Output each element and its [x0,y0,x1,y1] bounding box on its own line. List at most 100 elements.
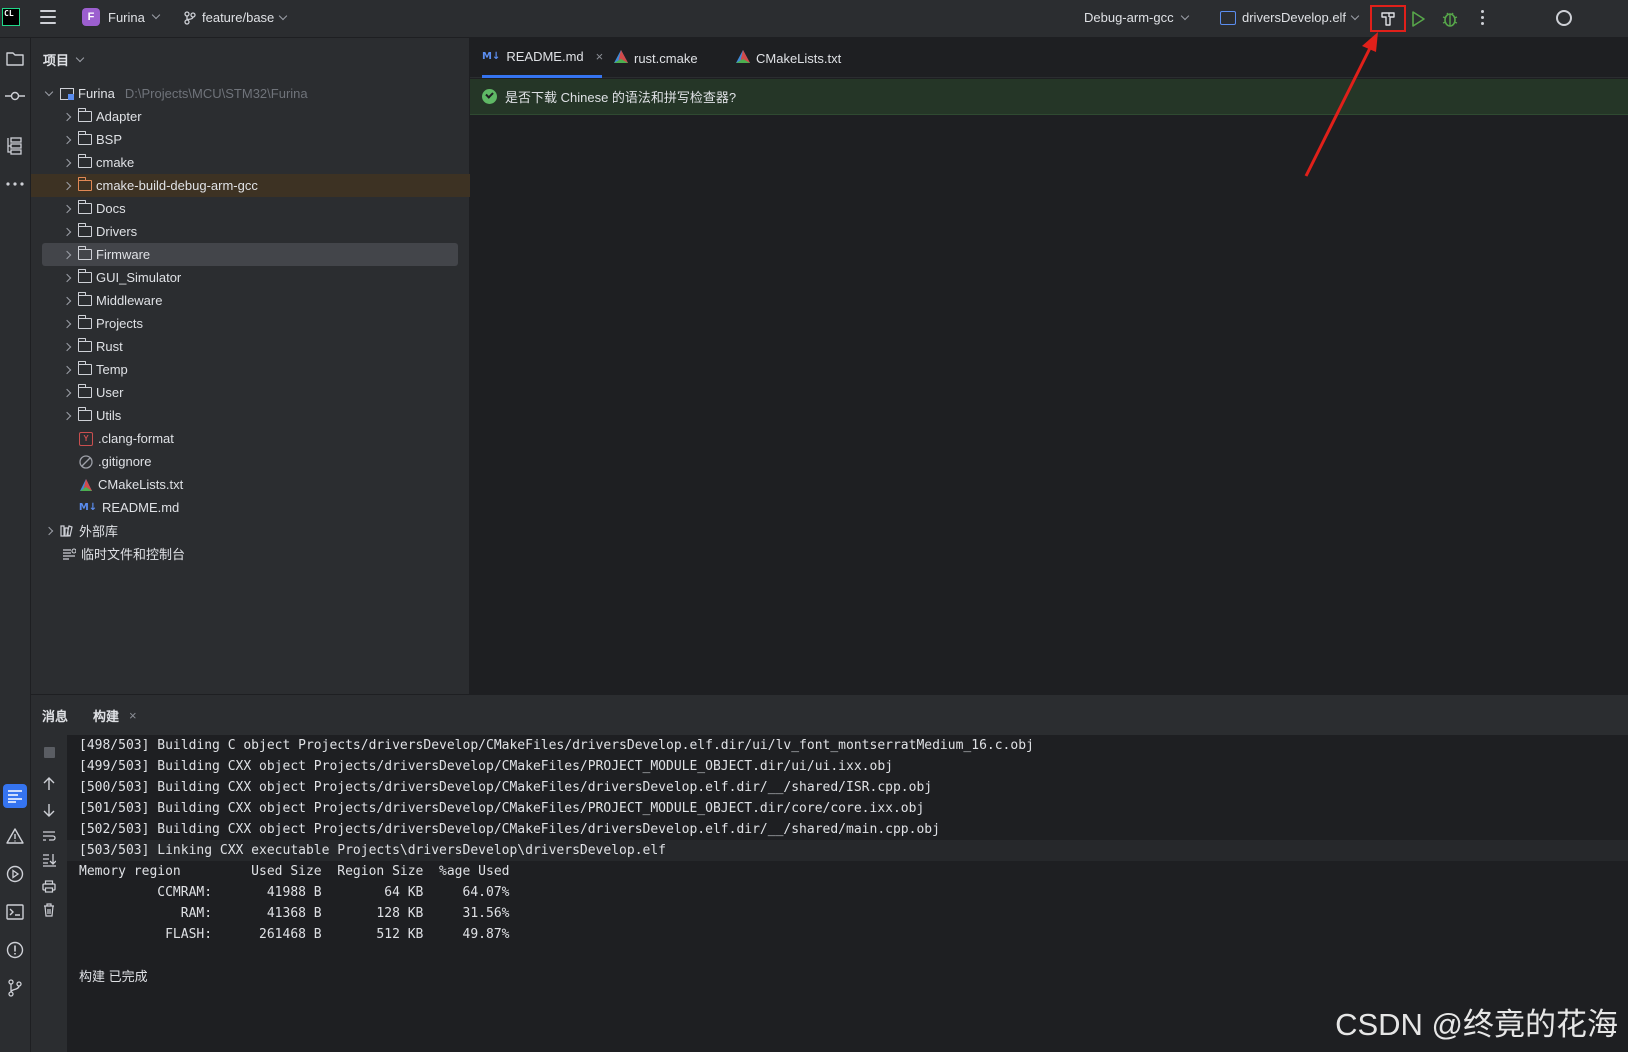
folder-icon [77,361,92,375]
close-icon[interactable]: × [596,49,604,64]
excluded-folder-icon [77,177,92,191]
chevron-right-icon[interactable] [62,319,72,329]
tree-external-libraries[interactable]: 外部库 [31,519,470,542]
external-libs-label: 外部库 [79,524,119,539]
build-button[interactable] [1370,5,1406,32]
cmake-profile-selector[interactable]: Debug-arm-gcc [1084,10,1189,25]
hammer-icon [1381,11,1395,26]
chevron-down-icon[interactable] [44,89,54,99]
tree-folder-bsp[interactable]: BSP [31,128,470,151]
notifications-tool-icon[interactable] [3,938,27,962]
vcs-branch-switcher[interactable]: feature/base [184,10,288,25]
console-line: [502/503] Building CXX object Projects/d… [79,822,940,837]
more-actions-icon[interactable] [1476,10,1488,28]
folder-icon [77,292,92,306]
tree-file-clang-format[interactable]: Y .clang-format [31,427,470,450]
main-menu-icon[interactable] [40,10,56,24]
soft-wrap-icon[interactable] [40,827,58,845]
tree-folder-adapter[interactable]: Adapter [31,105,470,128]
file-label: .gitignore [98,454,152,469]
tree-folder-projects[interactable]: Projects [31,312,470,335]
tree-folder-utils[interactable]: Utils [31,404,470,427]
tree-folder-drivers[interactable]: Drivers [31,220,470,243]
tree-folder-rust[interactable]: Rust [31,335,470,358]
console-line: CCMRAM: 41988 B 64 KB 64.07% [79,885,510,900]
terminal-tool-icon[interactable] [3,900,27,924]
chevron-right-icon[interactable] [62,135,72,145]
tree-folder-docs[interactable]: Docs [31,197,470,220]
tree-folder-cmake[interactable]: cmake [31,151,470,174]
tree-folder-temp[interactable]: Temp [31,358,470,381]
spellcheck-notification[interactable]: 是否下载 Chinese 的语法和拼写检查器? [470,79,1628,115]
yaml-icon: Y [79,431,93,446]
chevron-right-icon[interactable] [44,526,54,536]
folder-icon [77,154,92,168]
scroll-to-end-icon[interactable] [40,851,58,869]
console-line: FLASH: 261468 B 512 KB 49.87% [79,927,510,942]
chevron-right-icon[interactable] [62,273,72,283]
tree-scratches[interactable]: 临时文件和控制台 [31,542,470,565]
tab-rust-cmake[interactable]: rust.cmake [614,38,698,78]
arrow-down-icon[interactable] [40,801,58,819]
console-line: [501/503] Building CXX object Projects/d… [79,801,925,816]
project-name: Furina [108,9,145,25]
services-tool-icon[interactable] [3,862,27,886]
build-tool-icon[interactable] [3,784,27,808]
trash-icon[interactable] [40,901,58,919]
stop-icon[interactable] [40,743,58,761]
project-panel: 项目 Furina D:\Projects\MCU\STM32\Furina A… [31,38,470,694]
folder-label: BSP [96,132,123,147]
branch-icon [184,10,196,25]
tree-folder-firmware[interactable]: Firmware [42,243,458,266]
more-tools-icon[interactable] [3,172,27,196]
chevron-right-icon[interactable] [62,204,72,214]
check-circle-icon [482,89,497,104]
chevron-right-icon[interactable] [62,388,72,398]
tree-folder-user[interactable]: User [31,381,470,404]
chevron-right-icon[interactable] [62,250,72,260]
play-icon [1412,11,1425,27]
debug-button[interactable] [1440,9,1460,29]
commit-tool-icon[interactable] [3,84,27,108]
tab-messages[interactable]: 消息 [42,706,68,725]
tab-readme[interactable]: M↓ README.md × [482,38,604,78]
tab-build[interactable]: 构建 × [93,706,137,725]
cmake-profile-label: Debug-arm-gcc [1084,10,1174,25]
tree-root-furina[interactable]: Furina D:\Projects\MCU\STM32\Furina [31,82,470,105]
chevron-right-icon[interactable] [62,227,72,237]
folder-label: Docs [96,201,126,216]
branch-name: feature/base [202,10,275,25]
project-badge: F [82,8,100,26]
git-tool-icon[interactable] [3,976,27,1000]
tree-file-readme[interactable]: M↓ README.md [31,496,470,519]
console-line: [498/503] Building C object Projects/dri… [79,738,1034,753]
tree-file-gitignore[interactable]: .gitignore [31,450,470,473]
chevron-right-icon[interactable] [62,112,72,122]
project-tool-icon[interactable] [3,46,27,70]
ai-assistant-icon[interactable] [1556,10,1572,26]
problems-tool-icon[interactable] [3,824,27,848]
tab-cmakelists[interactable]: CMakeLists.txt [736,38,841,78]
chevron-right-icon[interactable] [62,158,72,168]
chevron-right-icon[interactable] [62,181,72,191]
tree-folder-middleware[interactable]: Middleware [31,289,470,312]
chevron-right-icon[interactable] [62,365,72,375]
chevron-right-icon[interactable] [62,411,72,421]
print-icon[interactable] [40,877,58,895]
tree-file-cmakelists[interactable]: CMakeLists.txt [31,473,470,496]
executable-icon [1220,10,1236,25]
markdown-icon: M↓ [482,51,501,62]
arrow-up-icon[interactable] [40,775,58,793]
run-button[interactable] [1408,9,1428,29]
folder-label: Adapter [96,109,142,124]
chevron-right-icon[interactable] [62,296,72,306]
tree-folder-gui-simulator[interactable]: GUI_Simulator [31,266,470,289]
structure-tool-icon[interactable] [3,134,27,158]
run-target-selector[interactable]: driversDevelop.elf [1220,10,1360,25]
tree-folder-cmake-build[interactable]: cmake-build-debug-arm-gcc [31,174,470,197]
console-line: RAM: 41368 B 128 KB 31.56% [79,906,510,921]
close-icon[interactable]: × [129,708,137,723]
project-switcher[interactable]: F Furina [82,8,161,26]
chevron-right-icon[interactable] [62,342,72,352]
project-panel-header[interactable]: 项目 [43,50,85,69]
